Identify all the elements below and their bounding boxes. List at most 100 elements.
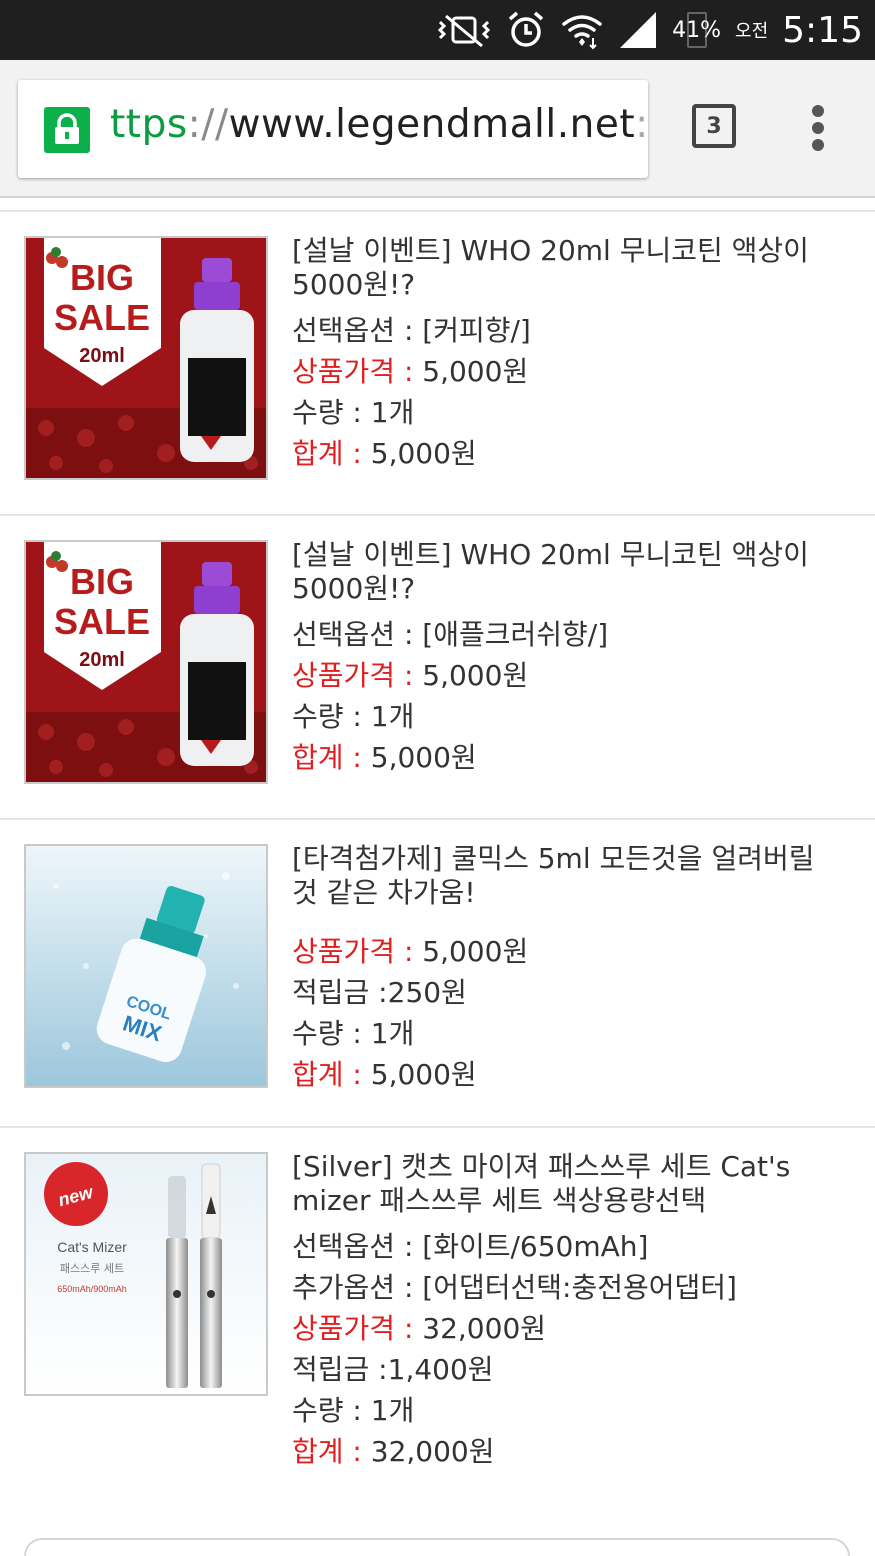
total-value: 5,000원 [370,437,477,470]
qty-value: 1개 [370,1017,415,1050]
address-bar[interactable]: ttps://www.legendmall.net:1 [18,80,648,178]
item-price: 상품가격 : 32,000원 [292,1308,832,1349]
url-port: :1 [635,102,648,147]
item-title[interactable]: [설날 이벤트] WHO 20ml 무니코틴 액상이 5000원!? [292,234,832,302]
item-info: [설날 이벤트] WHO 20ml 무니코틴 액상이 5000원!? 선택옵션 … [292,234,832,474]
item-qty: 수량 : 1개 [292,1013,832,1054]
item-option: 선택옵션 : [화이트/650mAh] [292,1226,832,1267]
qty-value: 1개 [370,396,415,429]
qty-label: 수량 : [292,1017,371,1050]
sale-sale-text: SALE [54,297,150,338]
item-extra-option: 추가옵션 : [어댑터선택:충전용어댑터] [292,1267,832,1308]
item-total: 합계 : 5,000원 [292,433,832,474]
item-total: 합계 : 5,000원 [292,1054,832,1095]
price-label: 상품가격 : [292,659,423,692]
qty-label: 수량 : [292,1394,371,1427]
item-qty: 수량 : 1개 [292,1390,832,1431]
clock-time: 5:15 [782,9,863,51]
product-image[interactable]: BIG SALE 20ml [24,236,268,480]
url-text[interactable]: ttps://www.legendmall.net:1 [110,102,648,147]
item-info: [설날 이벤트] WHO 20ml 무니코틴 액상이 5000원!? 선택옵션 … [292,538,832,778]
item-points: 적립금 :1,400원 [292,1349,832,1390]
item-points: 적립금 :250원 [292,972,832,1013]
product-image[interactable]: BIG SALE 20ml [24,540,268,784]
qty-value: 1개 [370,700,415,733]
cart-item: BIG SALE 20ml [설날 이벤트] WHO 20ml 무니코틴 액상이… [0,212,875,516]
sale-volume-text: 20ml [79,649,125,671]
sale-big-text: BIG [70,257,134,298]
price-label: 상품가격 : [292,935,423,968]
points-label: 적립금 : [292,976,388,1009]
points-value: 1,400원 [387,1353,494,1386]
total-value: 5,000원 [370,1058,477,1091]
signal-icon [618,10,658,50]
option-label: 선택옵션 : [292,314,423,347]
browser-toolbar: ttps://www.legendmall.net:1 3 [0,60,875,198]
price-value: 32,000원 [422,1312,547,1345]
cart-item: COOL MIX [타격첨가제] 쿨믹스 5ml 모든것을 얼려버릴 것 같은 … [0,820,875,1128]
item-title[interactable]: [타격첨가제] 쿨믹스 5ml 모든것을 얼려버릴 것 같은 차가움! [292,842,832,910]
qty-label: 수량 : [292,396,371,429]
item-price: 상품가격 : 5,000원 [292,655,832,696]
thumb-product-name: Cat's Mizer [57,1239,127,1255]
mute-vibrate-icon [436,12,492,48]
product-image[interactable]: new Cat's Mizer 패스스루 세트 650mAh/900mAh [24,1152,268,1396]
item-title[interactable]: [Silver] 캣츠 마이져 패스쓰루 세트 Cat's mizer 패스쓰루… [292,1150,832,1218]
points-label: 적립금 : [292,1353,388,1386]
item-qty: 수량 : 1개 [292,696,832,737]
tab-switcher-button[interactable]: 3 [692,104,736,148]
item-total: 합계 : 32,000원 [292,1431,832,1472]
option-value: [화이트/650mAh] [422,1230,649,1263]
sale-big-text: BIG [70,561,134,602]
item-title[interactable]: [설날 이벤트] WHO 20ml 무니코틴 액상이 5000원!? [292,538,832,606]
overflow-menu-icon[interactable] [810,105,826,151]
clock-ampm: 오전 [735,21,769,42]
thumb-product-capacity: 650mAh/900mAh [57,1284,127,1294]
price-label: 상품가격 : [292,1312,423,1345]
total-label: 합계 : [292,1058,371,1091]
total-label: 합계 : [292,1435,371,1468]
option-value: [애플크러쉬향/] [422,618,609,651]
extra-option-value: [어댑터선택:충전용어댑터] [422,1271,737,1304]
cart-item: BIG SALE 20ml [설날 이벤트] WHO 20ml 무니코틴 액상이… [0,516,875,820]
extra-option-label: 추가옵션 : [292,1271,423,1304]
item-qty: 수량 : 1개 [292,392,832,433]
option-label: 선택옵션 : [292,618,423,651]
price-value: 5,000원 [422,935,529,968]
status-icons: 41% 오전 5:15 [436,0,863,60]
lock-icon[interactable] [44,107,90,153]
url-scheme: ttps [110,102,188,147]
price-value: 5,000원 [422,659,529,692]
option-label: 선택옵션 : [292,1230,423,1263]
sale-sale-text: SALE [54,601,150,642]
tab-count: 3 [706,113,722,139]
item-price: 상품가격 : 5,000원 [292,351,832,392]
url-host: www.legendmall.net [228,102,636,147]
item-total: 합계 : 5,000원 [292,737,832,778]
price-label: 상품가격 : [292,355,423,388]
item-price: 상품가격 : 5,000원 [292,931,832,972]
item-option: 선택옵션 : [커피향/] [292,310,832,351]
status-bar: 41% 오전 5:15 [0,0,875,60]
cart-list: BIG SALE 20ml [설날 이벤트] WHO 20ml 무니코틴 액상이… [0,198,875,1556]
product-image[interactable]: COOL MIX [24,844,268,1088]
wifi-icon [560,10,604,50]
url-separator: :// [187,102,229,147]
total-label: 합계 : [292,437,371,470]
item-option: 선택옵션 : [애플크러쉬향/] [292,614,832,655]
price-value: 5,000원 [422,355,529,388]
thumb-product-subtitle: 패스스루 세트 [60,1262,124,1275]
total-value: 5,000원 [370,741,477,774]
total-value: 32,000원 [370,1435,495,1468]
summary-card [24,1538,850,1556]
total-label: 합계 : [292,741,371,774]
option-value: [커피향/] [422,314,531,347]
alarm-icon [506,10,546,50]
battery-icon: 41% [672,11,721,48]
item-info: [타격첨가제] 쿨믹스 5ml 모든것을 얼려버릴 것 같은 차가움! 상품가격… [292,842,832,1095]
qty-value: 1개 [370,1394,415,1427]
qty-label: 수량 : [292,700,371,733]
cart-item: new Cat's Mizer 패스스루 세트 650mAh/900mAh [S… [0,1128,875,1508]
points-value: 250원 [387,976,467,1009]
sale-volume-text: 20ml [79,345,125,367]
